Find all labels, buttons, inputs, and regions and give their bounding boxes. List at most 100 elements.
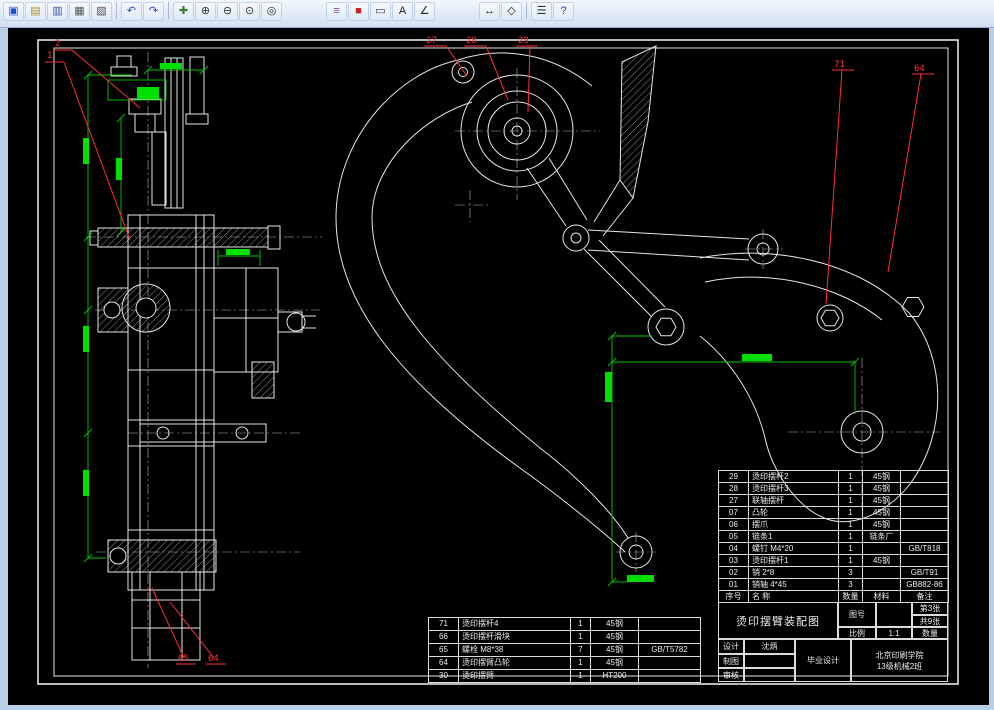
bom-cell bbox=[638, 656, 701, 670]
bom-cell: 1 bbox=[838, 494, 863, 507]
bom-cell: 1 bbox=[838, 482, 863, 495]
bom-row: 28 烫印摆杆3 1 45钢 bbox=[718, 482, 949, 495]
school-name: 北京印刷学院 bbox=[875, 650, 924, 660]
bom-row: 64 烫印摆臂凸轮 1 45钢 bbox=[428, 656, 701, 670]
properties-icon[interactable]: ☰ bbox=[531, 2, 552, 21]
bom-row: 65 螺栓 M8*38 7 45钢 GB/T5782 bbox=[428, 643, 701, 657]
bom-row: 01 销轴 4*45 3 GB882-86 bbox=[718, 578, 949, 591]
bom-cell: HT200 bbox=[590, 669, 639, 683]
dimension-style-icon[interactable]: ∠ bbox=[414, 2, 435, 21]
help-icon[interactable]: ? bbox=[553, 2, 574, 21]
bom-cell: 27 bbox=[718, 494, 749, 507]
bom-cell: 备注 bbox=[900, 590, 949, 603]
bom-cell: 1 bbox=[838, 470, 863, 483]
bom-cell bbox=[900, 470, 949, 483]
bom-row: 05 链条1 1 链条厂 bbox=[718, 530, 949, 543]
sheet-number: 第3张 bbox=[912, 602, 948, 615]
color-control-icon[interactable]: ■ bbox=[348, 2, 369, 21]
checker-label: 审核 bbox=[718, 668, 744, 682]
draftsman-label: 制图 bbox=[718, 654, 744, 668]
bom-cell: 45钢 bbox=[590, 643, 639, 657]
sheet-total: 共9张 bbox=[912, 615, 948, 627]
measure-distance-icon[interactable]: ↔ bbox=[479, 2, 500, 21]
bom-cell: 45钢 bbox=[862, 506, 901, 519]
print-icon[interactable]: ▦ bbox=[69, 2, 90, 21]
bom-cell: 45钢 bbox=[590, 617, 639, 631]
draftsman-value bbox=[744, 654, 795, 668]
toolbar-separator bbox=[526, 2, 527, 19]
bom-cell: 1 bbox=[570, 656, 591, 670]
zoom-out-icon[interactable]: ⊖ bbox=[217, 2, 238, 21]
bom-cell bbox=[900, 554, 949, 567]
zoom-in-icon[interactable]: ⊕ bbox=[195, 2, 216, 21]
designer-value: 沈炳 bbox=[744, 639, 795, 654]
bom-cell: 3 bbox=[838, 566, 863, 579]
bom-cell: 01 bbox=[718, 578, 749, 591]
project-type: 毕业设计 bbox=[795, 639, 851, 682]
zoom-extents-icon[interactable]: ◎ bbox=[261, 2, 282, 21]
layers-icon[interactable]: ≡ bbox=[326, 2, 347, 21]
bom-cell: 数量 bbox=[838, 590, 863, 603]
bom-cell: 66 bbox=[428, 630, 459, 644]
bom-cell bbox=[900, 518, 949, 531]
bom-cell: 45钢 bbox=[590, 630, 639, 644]
bom-row: 02 销 2*8 3 GB/T91 bbox=[718, 566, 949, 579]
measure-area-icon[interactable]: ◇ bbox=[501, 2, 522, 21]
bom-cell: 销轴 4*45 bbox=[748, 578, 839, 591]
bom-table-left: 71 烫印摆杆4 1 45钢 66 烫印摆杆滑块 1 45钢 65 螺栓 M8*38 7 45钢 GB/… bbox=[428, 617, 701, 683]
bom-left-table: 71 烫印摆杆4 1 45钢 66 烫印摆杆滑块 1 45钢 65 螺栓 M8*38 7 45钢 GB/… bbox=[428, 617, 701, 683]
bom-cell: 凸轮 bbox=[748, 506, 839, 519]
print-preview-icon[interactable]: ▧ bbox=[91, 2, 112, 21]
toolbar: ▣ ▤ ▥ ▦ ▧ ↶ ↷ ✚ ⊕ ⊖ ⊙ ◎ ≡ ■ ▭ A ∠ ↔ ◇ ☰? bbox=[0, 0, 994, 28]
bom-cell: 65 bbox=[428, 643, 459, 657]
bom-cell: 烫印摆杆4 bbox=[458, 617, 571, 631]
bom-cell: 1 bbox=[838, 506, 863, 519]
bom-cell: 1 bbox=[838, 518, 863, 531]
bom-cell: 45钢 bbox=[862, 494, 901, 507]
bom-cell: 30 bbox=[428, 669, 459, 683]
bom-cell: 销 2*8 bbox=[748, 566, 839, 579]
bom-cell: 1 bbox=[570, 617, 591, 631]
text-style-icon[interactable]: A bbox=[392, 2, 413, 21]
bom-cell: 07 bbox=[718, 506, 749, 519]
bom-cell: 烫印摆杆2 bbox=[748, 470, 839, 483]
bom-cell: 链条1 bbox=[748, 530, 839, 543]
bom-cell: 烫印摆杆3 bbox=[748, 482, 839, 495]
bom-cell: GB/T5782 bbox=[638, 643, 701, 657]
app-window-icon[interactable]: ▣ bbox=[3, 2, 24, 21]
save-file-icon[interactable]: ▥ bbox=[47, 2, 68, 21]
bom-header-row: 序号名 称数量 材料 备注 bbox=[718, 590, 949, 603]
cad-application-window: { "colors": { "line": "#e6e6e6", "dimens… bbox=[0, 0, 994, 710]
bom-row: 04 螺钉 M4*20 1 GB/T818 bbox=[718, 542, 949, 555]
toolbar-gap bbox=[283, 2, 325, 19]
undo-icon[interactable]: ↶ bbox=[121, 2, 142, 21]
bom-cell: GB/T91 bbox=[900, 566, 949, 579]
bom-cell bbox=[900, 530, 949, 543]
bom-row: 06 摆爪 1 45钢 bbox=[718, 518, 949, 531]
figure-number-label: 图号 bbox=[838, 602, 876, 627]
open-file-icon[interactable]: ▤ bbox=[25, 2, 46, 21]
bom-cell: GB882-86 bbox=[900, 578, 949, 591]
bom-cell: 1 bbox=[838, 554, 863, 567]
bom-cell: 06 bbox=[718, 518, 749, 531]
school-info: 北京印刷学院 13级机械2班 bbox=[851, 639, 948, 682]
redo-icon[interactable]: ↷ bbox=[143, 2, 164, 21]
bom-cell bbox=[638, 630, 701, 644]
bom-cell bbox=[638, 617, 701, 631]
bom-cell: 45钢 bbox=[862, 518, 901, 531]
bom-cell: 02 bbox=[718, 566, 749, 579]
zoom-window-icon[interactable]: ⊙ bbox=[239, 2, 260, 21]
bom-cell: 29 bbox=[718, 470, 749, 483]
pan-icon[interactable]: ✚ bbox=[173, 2, 194, 21]
scale-label: 比例 bbox=[838, 627, 876, 639]
bom-cell bbox=[862, 542, 901, 555]
linetype-icon[interactable]: ▭ bbox=[370, 2, 391, 21]
quantity-label: 数量 bbox=[912, 627, 948, 639]
bom-cell: 序号 bbox=[718, 590, 749, 603]
bom-cell bbox=[900, 506, 949, 519]
bom-cell: 1 bbox=[838, 530, 863, 543]
bom-cell: 64 bbox=[428, 656, 459, 670]
bom-cell: 摆爪 bbox=[748, 518, 839, 531]
bom-cell: 45钢 bbox=[862, 470, 901, 483]
bom-cell: 联轴摆杆 bbox=[748, 494, 839, 507]
